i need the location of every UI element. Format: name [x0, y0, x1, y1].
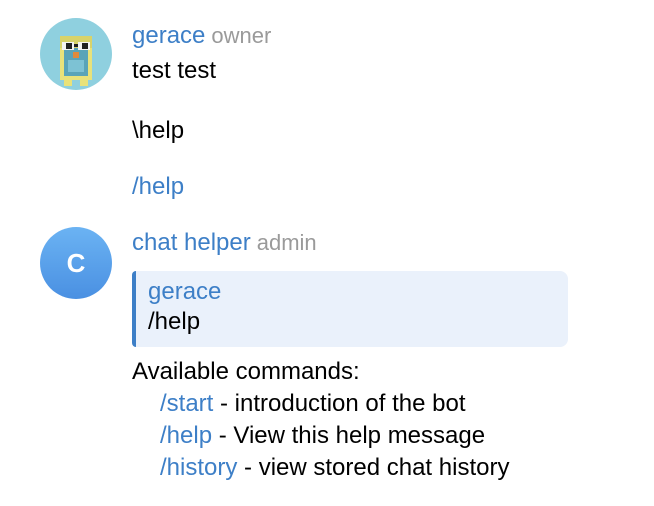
owl-avatar-icon[interactable] [40, 18, 112, 90]
avatar[interactable]: C [40, 227, 112, 299]
message-text: Available commands: [132, 358, 360, 385]
command-link[interactable]: /help [132, 171, 184, 203]
command-list-item: /start - introduction of the bot [160, 388, 466, 420]
command-description: - introduction of the bot [213, 390, 466, 417]
message-header: gerace owner [132, 20, 271, 52]
message-text: \help [132, 117, 185, 144]
command-link[interactable]: /start [160, 390, 213, 417]
avatar-letter: C [66, 247, 86, 278]
command-link[interactable]: /help [160, 422, 212, 449]
sender-name[interactable]: chat helper [132, 229, 251, 256]
command-link[interactable]: /history [160, 454, 237, 481]
sender-role: owner [211, 23, 272, 48]
sender-name[interactable]: gerace [132, 22, 205, 49]
command-description: - View this help message [212, 422, 486, 449]
reply-quote[interactable]: gerace /help [132, 271, 568, 347]
quote-sender: gerace [148, 278, 222, 305]
command-list-item: /help - View this help message [160, 420, 485, 452]
command-list-item: /history - view stored chat history [160, 452, 509, 484]
sender-role: admin [256, 230, 317, 255]
message-header: chat helper admin [132, 227, 317, 259]
command-description: - view stored chat history [237, 454, 510, 481]
quote-text: /help [148, 308, 201, 335]
message-text: test test [132, 57, 217, 84]
